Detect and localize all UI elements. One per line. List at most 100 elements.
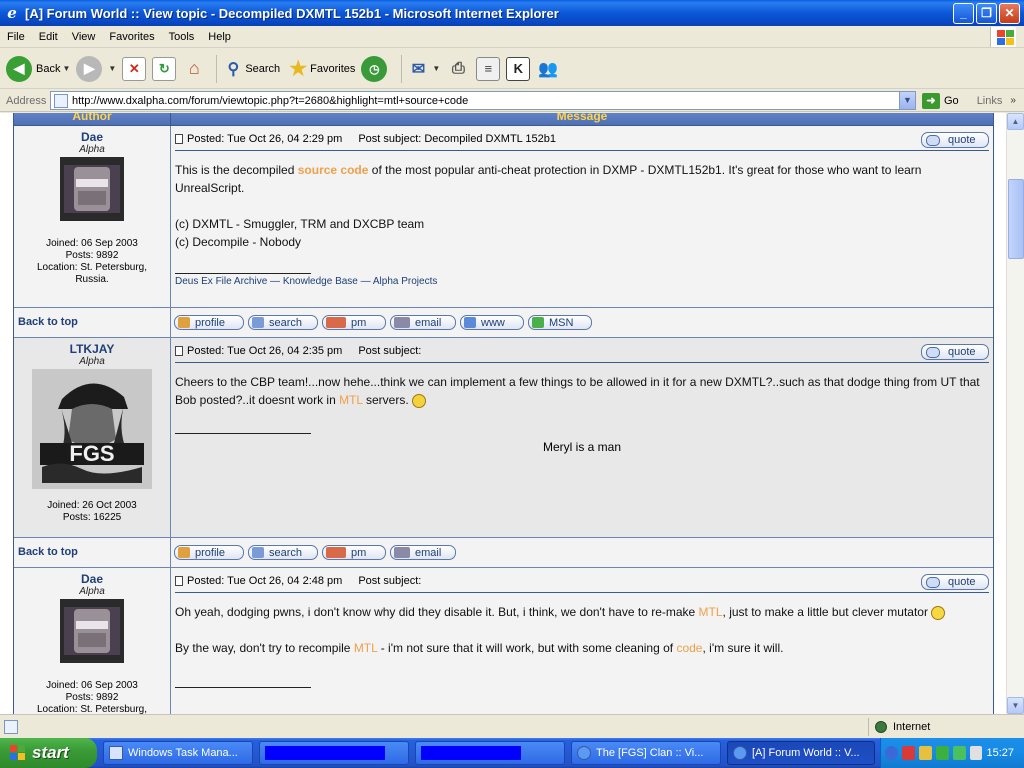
menu-view[interactable]: View [65, 31, 103, 43]
menu-bar: File Edit View Favorites Tools Help [0, 26, 1024, 48]
favorites-label: Favorites [310, 62, 356, 75]
stop-icon: ✕ [122, 56, 147, 81]
mail-dropdown-icon[interactable]: ▼ [432, 64, 440, 73]
search-user-button[interactable]: search [248, 315, 318, 330]
quote-button[interactable]: quote [921, 132, 989, 148]
menu-tools[interactable]: Tools [162, 31, 202, 43]
email-icon [394, 547, 410, 558]
header-author: Author [14, 113, 171, 125]
address-bar: Address http://www.dxalpha.com/forum/vie… [0, 90, 1024, 112]
signature-links[interactable]: Deus Ex File Archive — Knowledge Base — … [175, 276, 989, 287]
minimize-button[interactable]: _ [953, 2, 974, 24]
post-message-cell: Posted: Tue Oct 26, 04 2:29 pm Post subj… [171, 126, 993, 307]
forward-dropdown-icon[interactable]: ▼ [108, 64, 116, 73]
pm-button[interactable]: pm [322, 545, 386, 560]
mail-button[interactable]: ✉ ▼ [406, 57, 441, 81]
signature-line [175, 687, 311, 688]
scroll-down-arrow-icon[interactable]: ▼ [1007, 697, 1024, 714]
search-icon [252, 317, 264, 328]
links-button[interactable]: Links [977, 95, 1003, 107]
mail-icon: ✉ [411, 60, 426, 78]
email-button[interactable]: email [390, 545, 456, 560]
back-dropdown-icon[interactable]: ▼ [62, 64, 70, 73]
address-dropdown-icon[interactable]: ▼ [899, 92, 915, 109]
menu-file[interactable]: File [0, 31, 32, 43]
favorites-star-icon: ★ [289, 58, 308, 80]
maximize-button[interactable]: ❐ [976, 2, 997, 24]
search-button[interactable]: ⚲ Search [221, 57, 280, 81]
start-button[interactable]: start [0, 738, 97, 768]
menu-help[interactable]: Help [201, 31, 238, 43]
back-to-top-link[interactable]: Back to top [14, 308, 171, 337]
volume-icon[interactable] [969, 746, 983, 760]
back-to-top-link[interactable]: Back to top [14, 538, 171, 567]
edit-button[interactable]: ≡ [476, 56, 501, 81]
search-user-button[interactable]: search [248, 545, 318, 560]
scroll-thumb[interactable] [1008, 179, 1024, 259]
ie-icon [577, 746, 591, 760]
msn-button[interactable]: MSN [528, 315, 592, 330]
title-bar[interactable]: e [A] Forum World :: View topic - Decomp… [0, 0, 1024, 26]
messenger-button[interactable]: 👥 [536, 57, 560, 81]
post-page-icon[interactable] [175, 346, 183, 356]
www-button[interactable]: www [460, 315, 524, 330]
refresh-button[interactable]: ↻ [152, 56, 177, 81]
author-avatar: FGS [32, 369, 152, 489]
task-redacted-1[interactable] [259, 741, 409, 765]
author-name[interactable]: Dae [14, 572, 170, 586]
post-text: - i'm not sure that it will work, but wi… [377, 641, 677, 655]
window-title: [A] Forum World :: View topic - Decompil… [25, 5, 559, 21]
post-page-icon[interactable] [175, 576, 183, 586]
search-highlight: source code [297, 163, 369, 177]
address-url[interactable]: http://www.dxalpha.com/forum/viewtopic.p… [72, 95, 899, 107]
go-button[interactable]: ➜ Go [922, 92, 959, 109]
clock[interactable]: 15:27 [986, 747, 1014, 759]
task-task-manager[interactable]: Windows Task Mana... [103, 741, 253, 765]
author-name[interactable]: Dae [14, 130, 170, 144]
history-button[interactable]: ◷ [361, 55, 391, 82]
redacted-block [265, 746, 385, 760]
post-page-icon[interactable] [175, 134, 183, 144]
quote-button[interactable]: quote [921, 344, 989, 360]
author-name[interactable]: LTKJAY [14, 342, 170, 356]
task-forum-world[interactable]: [A] Forum World :: V... [727, 741, 875, 765]
profile-icon [178, 317, 190, 328]
status-bar: Internet [0, 714, 1024, 738]
author-joined: Joined: 26 Oct 2003 [47, 500, 137, 511]
profile-button[interactable]: profile [174, 315, 244, 330]
security-shield-icon[interactable] [901, 746, 915, 760]
button-label: profile [195, 316, 225, 329]
pm-button[interactable]: pm [322, 315, 386, 330]
profile-button[interactable]: profile [174, 545, 244, 560]
messenger-icon[interactable] [952, 746, 966, 760]
refresh-icon: ↻ [152, 56, 177, 81]
print-button[interactable]: ⎙ [446, 57, 470, 81]
home-button[interactable]: ⌂ [182, 57, 206, 81]
back-button[interactable]: ◀ Back ▼ [6, 55, 70, 82]
post-author-cell: LTKJAY Alpha FGS Joined: 26 Oct 2003 Pos… [14, 338, 171, 537]
task-fgs-clan[interactable]: The [FGS] Clan :: Vi... [571, 741, 721, 765]
post-date: Posted: Tue Oct 26, 04 2:35 pm [187, 345, 343, 357]
messenger-icon: 👥 [538, 60, 559, 78]
home-icon: ⌂ [188, 58, 200, 78]
vertical-scrollbar[interactable]: ▲ ▼ [1006, 113, 1024, 714]
lock-icon[interactable] [918, 746, 932, 760]
scroll-up-arrow-icon[interactable]: ▲ [1007, 113, 1024, 130]
email-button[interactable]: email [390, 315, 456, 330]
tray-arrow-icon[interactable] [885, 746, 898, 760]
forward-button[interactable]: ▶ ▼ [76, 55, 116, 82]
address-input[interactable]: http://www.dxalpha.com/forum/viewtopic.p… [50, 91, 916, 110]
discuss-button[interactable]: K [506, 56, 531, 81]
quote-button[interactable]: quote [921, 574, 989, 590]
favorites-button[interactable]: ★ Favorites [286, 57, 355, 81]
menu-edit[interactable]: Edit [32, 31, 65, 43]
menu-favorites[interactable]: Favorites [102, 31, 161, 43]
button-label: profile [195, 546, 225, 559]
stop-button[interactable]: ✕ [122, 56, 147, 81]
network-icon[interactable] [935, 746, 949, 760]
post-date: Posted: Tue Oct 26, 04 2:48 pm [187, 575, 343, 587]
close-button[interactable]: ✕ [999, 2, 1020, 24]
task-redacted-2[interactable] [415, 741, 565, 765]
chevron-right-icon[interactable]: » [1010, 95, 1016, 106]
go-arrow-icon: ➜ [922, 92, 940, 109]
